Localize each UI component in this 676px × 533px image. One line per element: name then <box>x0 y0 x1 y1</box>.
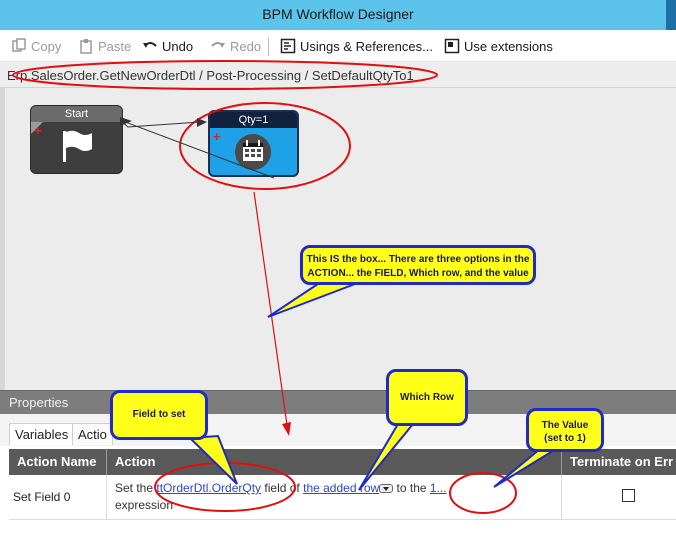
undo-icon <box>142 38 158 54</box>
title-bar: BPM Workflow Designer <box>0 0 676 30</box>
toolbar-separator <box>268 38 269 56</box>
set-field-node[interactable]: Qty=1 + <box>208 110 299 177</box>
flag-icon <box>61 129 95 166</box>
use-extensions-label: Use extensions <box>464 38 553 54</box>
usings-label: Usings & References... <box>300 38 433 54</box>
row-link[interactable]: the added row <box>303 481 379 495</box>
window-title: BPM Workflow Designer <box>262 6 414 22</box>
actions-grid: Action Name Action Terminate on Err Set … <box>9 446 676 533</box>
paste-label: Paste <box>98 38 132 54</box>
action-text-set: Set the <box>115 481 154 495</box>
add-icon[interactable]: + <box>34 124 42 137</box>
terminate-cell <box>562 475 676 520</box>
field-to-set-text: Field to set <box>132 409 186 420</box>
redo-icon <box>210 38 226 54</box>
action-text-expression: expression <box>115 498 174 512</box>
copy-icon <box>11 38 27 54</box>
action-text-to-the: to the <box>396 481 427 495</box>
row-dropdown-icon[interactable] <box>379 484 394 494</box>
usings-references-button[interactable]: Usings & References... <box>280 37 433 55</box>
extensions-icon <box>444 38 460 54</box>
breadcrumb-path: Erp.SalesOrder.GetNewOrderDtl / Post-Pro… <box>7 68 414 83</box>
paste-button[interactable]: Paste <box>78 37 131 55</box>
use-extensions-button[interactable]: Use extensions <box>444 37 553 55</box>
action-text-field-of: field of <box>264 481 300 495</box>
action-cell: Set the ttOrderDtl.OrderQty field of the… <box>107 475 562 520</box>
column-action-name[interactable]: Action Name <box>9 449 107 475</box>
action-name-cell: Set Field 0 <box>9 475 107 520</box>
tab-actions[interactable]: Actio <box>72 423 113 445</box>
window-edge <box>666 0 676 30</box>
add-icon[interactable]: + <box>213 130 221 143</box>
set-field-node-label: Qty=1 <box>210 112 297 128</box>
column-terminate-on-error[interactable]: Terminate on Err <box>562 449 676 475</box>
toolbar: Copy Paste Undo Redo Usings & References… <box>0 30 676 62</box>
table-row[interactable]: Set Field 0 Set the ttOrderDtl.OrderQty … <box>9 475 676 520</box>
canvas-left-border <box>0 88 5 390</box>
field-link[interactable]: ttOrderDtl.OrderQty <box>156 481 261 495</box>
references-icon <box>280 38 296 54</box>
paste-icon <box>78 38 94 54</box>
calendar-icon <box>234 133 272 174</box>
action-name-value: Set Field 0 <box>13 490 71 504</box>
undo-button[interactable]: Undo <box>142 37 193 55</box>
field-to-set-callout: Field to set <box>110 390 208 440</box>
tab-variables[interactable]: Variables <box>9 423 75 445</box>
start-node-label: Start <box>31 106 122 122</box>
breadcrumb: Erp.SalesOrder.GetNewOrderDtl / Post-Pro… <box>0 62 676 88</box>
box-callout: This IS the box... There are three optio… <box>300 245 536 285</box>
copy-label: Copy <box>31 38 62 54</box>
start-node[interactable]: Start + <box>30 105 123 174</box>
redo-button[interactable]: Redo <box>210 37 261 55</box>
the-value-line1: The Value <box>541 420 589 431</box>
the-value-callout: The Value (set to 1) <box>526 408 604 452</box>
value-link[interactable]: 1... <box>430 481 447 495</box>
box-callout-line2: ACTION... the FIELD, Which row, and the … <box>307 268 529 279</box>
the-value-line2: (set to 1) <box>544 433 586 444</box>
which-row-text: Which Row <box>400 392 454 403</box>
terminate-checkbox[interactable] <box>622 489 635 502</box>
properties-title: Properties <box>9 395 69 410</box>
column-action[interactable]: Action <box>107 449 562 475</box>
which-row-callout: Which Row <box>386 369 468 426</box>
redo-label: Redo <box>230 38 262 54</box>
copy-button[interactable]: Copy <box>11 37 61 55</box>
box-callout-line1: This IS the box... There are three optio… <box>306 254 530 265</box>
undo-label: Undo <box>162 38 194 54</box>
